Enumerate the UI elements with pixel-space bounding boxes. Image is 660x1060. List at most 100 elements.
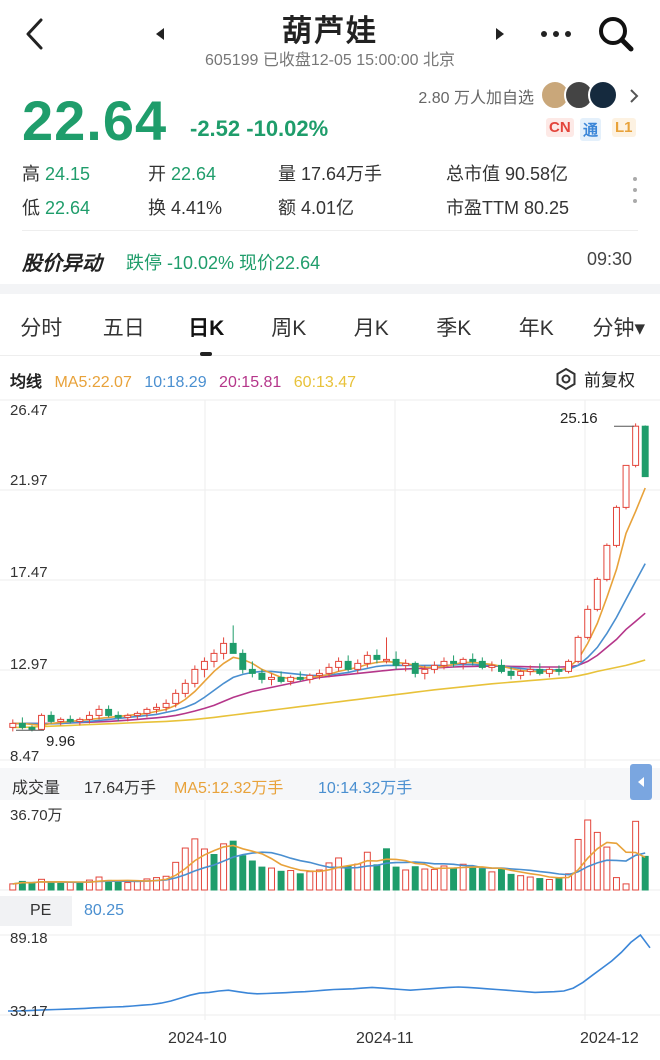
- volume-bar: [9, 883, 17, 891]
- stats-more-icon[interactable]: [628, 172, 642, 208]
- collapse-panel-button[interactable]: [630, 764, 652, 800]
- volume-current: 17.64万手: [84, 780, 157, 797]
- current-price: 22.64: [22, 89, 168, 152]
- candle-body: [593, 578, 601, 610]
- candle-body: [430, 664, 438, 670]
- adjust-toggle[interactable]: 前复权: [554, 366, 635, 391]
- volume-bar: [66, 881, 74, 891]
- volume-bar: [392, 866, 400, 891]
- candle-body: [498, 664, 505, 672]
- chevron-right-icon[interactable]: [626, 84, 642, 108]
- tab-five-day[interactable]: 五日: [83, 312, 166, 342]
- ma60-value: 60:13.47: [293, 374, 357, 391]
- candle-body: [95, 708, 103, 716]
- alert-text[interactable]: 跌停 -10.02% 现价22.64: [126, 249, 320, 275]
- max-price-marker: 25.16: [560, 410, 598, 427]
- divider: [22, 230, 638, 231]
- candle-body: [392, 658, 400, 666]
- volume-legend[interactable]: 成交量 17.64万手 MA5:12.32万手 10:14.32万手: [0, 764, 660, 800]
- volume-bar: [248, 860, 256, 891]
- volume-bar: [220, 843, 228, 891]
- section-divider: [0, 284, 660, 294]
- candle-body: [450, 660, 458, 664]
- volume-bar: [383, 848, 390, 891]
- candle-body: [622, 464, 630, 508]
- stat-volume: 量 17.64万手: [278, 164, 383, 184]
- volume-bar: [268, 867, 275, 891]
- ma5-value: MA5:22.07: [54, 374, 132, 391]
- volume-bar: [421, 868, 429, 891]
- search-icon[interactable]: [594, 12, 638, 56]
- x-axis-tick: 2024-12: [580, 1030, 639, 1047]
- kline-chart[interactable]: [0, 395, 660, 1025]
- candle-body: [335, 660, 343, 668]
- ma10-value: 10:18.29: [144, 374, 207, 391]
- candle-body: [191, 668, 199, 684]
- volume-bar: [191, 838, 199, 891]
- candle-body: [181, 682, 189, 694]
- volume-bar: [536, 878, 544, 891]
- market-tag-connect: 通: [580, 118, 602, 141]
- candle-body: [210, 652, 218, 662]
- candle-body: [114, 714, 122, 718]
- min-price-marker: 9.96: [46, 733, 76, 750]
- candle-body: [85, 714, 93, 720]
- candle-body: [200, 660, 208, 670]
- volume-bar: [612, 877, 620, 891]
- volume-bar: [306, 871, 314, 891]
- candle-body: [536, 668, 544, 674]
- adjust-label: 前复权: [584, 371, 635, 390]
- candle-body: [258, 672, 266, 680]
- ma-legend[interactable]: 均线 MA5:22.07 10:18.29 20:15.81 60:13.47: [10, 368, 364, 392]
- candle-body: [488, 664, 496, 668]
- volume-bar: [526, 876, 534, 891]
- tab-intraday[interactable]: 分时: [0, 312, 83, 342]
- next-stock-icon[interactable]: [490, 22, 510, 46]
- candle-body: [459, 658, 467, 664]
- price-axis-tick: 12.97: [10, 656, 48, 673]
- volume-bar: [124, 882, 132, 891]
- volume-bar: [258, 866, 266, 891]
- tab-daily-k[interactable]: 日K: [165, 312, 248, 356]
- tab-monthly-k[interactable]: 月K: [330, 312, 413, 342]
- alert-title[interactable]: 股价异动: [22, 247, 102, 276]
- volume-bar: [411, 866, 419, 891]
- candle-body: [565, 660, 573, 672]
- ma10-line: [12, 563, 646, 725]
- volume-bar: [95, 876, 103, 891]
- watchers-count[interactable]: 2.80 万人加自选: [418, 84, 534, 108]
- volume-bar: [488, 871, 496, 891]
- pe-label: PE: [0, 896, 72, 926]
- candle-body: [38, 714, 46, 730]
- volume-ma5: MA5:12.32万手: [174, 780, 284, 797]
- volume-bar: [277, 870, 285, 891]
- volume-bar: [28, 882, 36, 891]
- pe-axis-max: 89.18: [10, 930, 48, 947]
- candle-body: [517, 670, 525, 676]
- volume-bar: [593, 831, 601, 891]
- volume-bar: [229, 840, 237, 891]
- tab-weekly-k[interactable]: 周K: [248, 312, 331, 342]
- tab-minute[interactable]: 分钟▾: [578, 312, 660, 342]
- stat-open: 开 22.64: [148, 164, 217, 184]
- tab-yearly-k[interactable]: 年K: [495, 312, 578, 342]
- chevron-left-icon: [638, 777, 644, 787]
- candle-body: [277, 676, 285, 682]
- price-axis-tick: 26.47: [10, 402, 48, 419]
- candle-body: [325, 666, 333, 674]
- volume-bar: [287, 870, 295, 891]
- candle-body: [641, 425, 649, 478]
- candle-body: [315, 672, 323, 676]
- stat-turnover: 换 4.41%: [148, 198, 223, 218]
- candle-body: [574, 636, 582, 662]
- candle-body: [229, 642, 237, 654]
- candle-body: [373, 654, 381, 660]
- candle-body: [268, 676, 275, 680]
- tab-quarterly-k[interactable]: 季K: [413, 312, 496, 342]
- ma-label: 均线: [10, 374, 43, 391]
- volume-bar: [402, 869, 410, 891]
- volume-bar: [574, 838, 582, 891]
- more-icon[interactable]: [536, 22, 576, 46]
- candle-body: [18, 722, 26, 728]
- watcher-avatars[interactable]: [540, 80, 618, 110]
